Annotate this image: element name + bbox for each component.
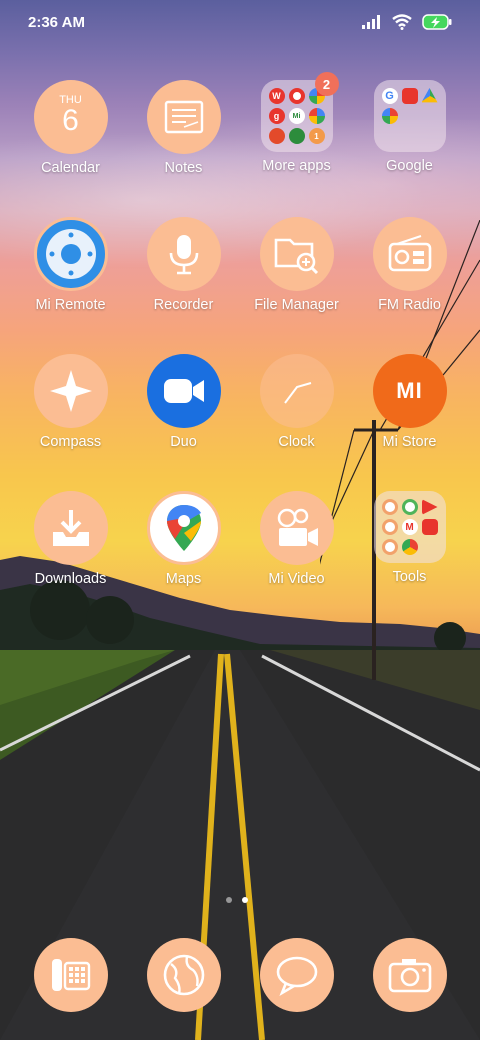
mi-logo-icon[interactable]: MI	[372, 354, 447, 428]
app-label: Compass	[39, 434, 102, 450]
empty-slot	[402, 108, 418, 124]
mi-logo-text: MI	[396, 378, 423, 403]
microphone-icon[interactable]	[146, 217, 221, 291]
app-grid: THU 6 Calendar Notes W g Mi 1 2 More app…	[14, 72, 466, 628]
store-icon	[268, 128, 285, 144]
gmail-icon: M	[401, 519, 418, 535]
youtube-icon	[401, 88, 418, 104]
settings-icon	[381, 539, 398, 555]
browser-app[interactable]	[127, 938, 240, 1012]
app-label: More apps	[262, 158, 331, 174]
maps-pin-icon[interactable]	[146, 491, 221, 565]
messaging-app[interactable]	[240, 938, 353, 1012]
app-label: Clock	[278, 434, 315, 450]
camera-icon[interactable]	[372, 938, 447, 1012]
tools-folder[interactable]: M Tools	[353, 491, 466, 628]
chrome-icon	[401, 539, 418, 555]
remote-control-icon[interactable]	[33, 217, 108, 291]
download-tray-icon[interactable]	[33, 491, 108, 565]
app-row: Mi Remote Recorder File Manager FM Radio	[14, 217, 466, 354]
empty-slot	[422, 539, 438, 555]
folder-icon[interactable]: G	[373, 80, 446, 152]
app-row: Compass Duo Clock MI Mi Store	[14, 354, 466, 491]
app-label: Tools	[392, 569, 427, 585]
wifi-icon	[392, 14, 412, 30]
app-label: Calendar	[41, 160, 100, 176]
calendar-app[interactable]: THU 6 Calendar	[14, 80, 127, 217]
clock-app[interactable]: Clock	[240, 354, 353, 491]
mi-remote-app[interactable]: Mi Remote	[14, 217, 127, 354]
chrome-like-icon	[288, 88, 305, 104]
notes-icon[interactable]	[146, 80, 221, 154]
page-dot[interactable]	[226, 897, 232, 903]
status-bar: 2:36 AM	[0, 0, 480, 44]
app-label: Google	[386, 158, 433, 174]
app-label: File Manager	[254, 297, 339, 313]
security-icon	[381, 499, 398, 515]
app-label: Mi Store	[382, 434, 437, 450]
app-row: THU 6 Calendar Notes W g Mi 1 2 More app…	[14, 72, 466, 217]
youtube-icon	[421, 519, 438, 535]
page-indicator	[226, 897, 248, 903]
browser-globe-icon[interactable]	[146, 938, 221, 1012]
more-apps-folder[interactable]: W g Mi 1 2 More apps	[240, 72, 353, 217]
status-icons	[362, 14, 452, 30]
video-call-icon[interactable]	[146, 354, 221, 428]
calendar-icon[interactable]: THU 6	[33, 80, 108, 154]
camera-app[interactable]	[353, 938, 466, 1012]
page-dot-active[interactable]	[242, 897, 248, 903]
notification-badge: 2	[314, 72, 339, 96]
film-camera-icon[interactable]	[259, 491, 334, 565]
app-label: Notes	[164, 160, 203, 176]
app-label: Duo	[170, 434, 197, 450]
app-label: Downloads	[34, 571, 107, 587]
folder-icon[interactable]: M	[373, 491, 446, 563]
empty-slot	[422, 128, 438, 144]
downloads-app[interactable]: Downloads	[14, 491, 127, 628]
app-label: Mi Remote	[35, 297, 106, 313]
play-games-icon	[401, 499, 418, 515]
app-icon	[288, 128, 305, 144]
app-label: Recorder	[153, 297, 214, 313]
notes-app[interactable]: Notes	[127, 80, 240, 217]
folder-search-icon[interactable]	[259, 217, 334, 291]
mi-video-app[interactable]: Mi Video	[240, 491, 353, 628]
radio-icon[interactable]	[372, 217, 447, 291]
status-time: 2:36 AM	[28, 13, 85, 31]
mi-store-app[interactable]: MI Mi Store	[353, 354, 466, 491]
messages-icon[interactable]	[259, 938, 334, 1012]
app-label: Maps	[165, 571, 202, 587]
dock	[14, 938, 466, 1012]
compass-app[interactable]: Compass	[14, 354, 127, 491]
recorder-app[interactable]: Recorder	[127, 217, 240, 354]
app-row: Downloads Maps Mi Video M Tools	[14, 491, 466, 628]
app-label: FM Radio	[378, 297, 441, 313]
calendar-day-number: 6	[62, 104, 79, 137]
compass-star-icon[interactable]	[33, 354, 108, 428]
play-movies-icon	[421, 499, 438, 515]
google-icon: G	[381, 88, 398, 104]
mi-credit-icon: Mi	[288, 108, 305, 124]
phone-dialer-icon[interactable]	[33, 938, 108, 1012]
drive-icon	[421, 88, 438, 103]
clock-hand-icon[interactable]	[259, 354, 334, 428]
google-folder[interactable]: G Google	[353, 80, 466, 217]
maps-app[interactable]: Maps	[127, 491, 240, 628]
battery-charging-icon	[422, 14, 452, 30]
empty-slot	[422, 108, 438, 124]
app-label: Mi Video	[268, 571, 325, 587]
g-app-icon: g	[268, 108, 285, 124]
duo-app[interactable]: Duo	[127, 354, 240, 491]
phone-app[interactable]	[14, 938, 127, 1012]
file-manager-app[interactable]: File Manager	[240, 217, 353, 354]
empty-slot	[382, 128, 398, 144]
photos-icon	[381, 108, 398, 124]
number-icon: 1	[308, 128, 325, 144]
contacts-icon	[381, 519, 398, 535]
wps-office-icon: W	[268, 88, 285, 104]
games-icon	[308, 108, 325, 124]
empty-slot	[402, 128, 418, 144]
signal-bars-icon	[362, 15, 380, 29]
fm-radio-app[interactable]: FM Radio	[353, 217, 466, 354]
